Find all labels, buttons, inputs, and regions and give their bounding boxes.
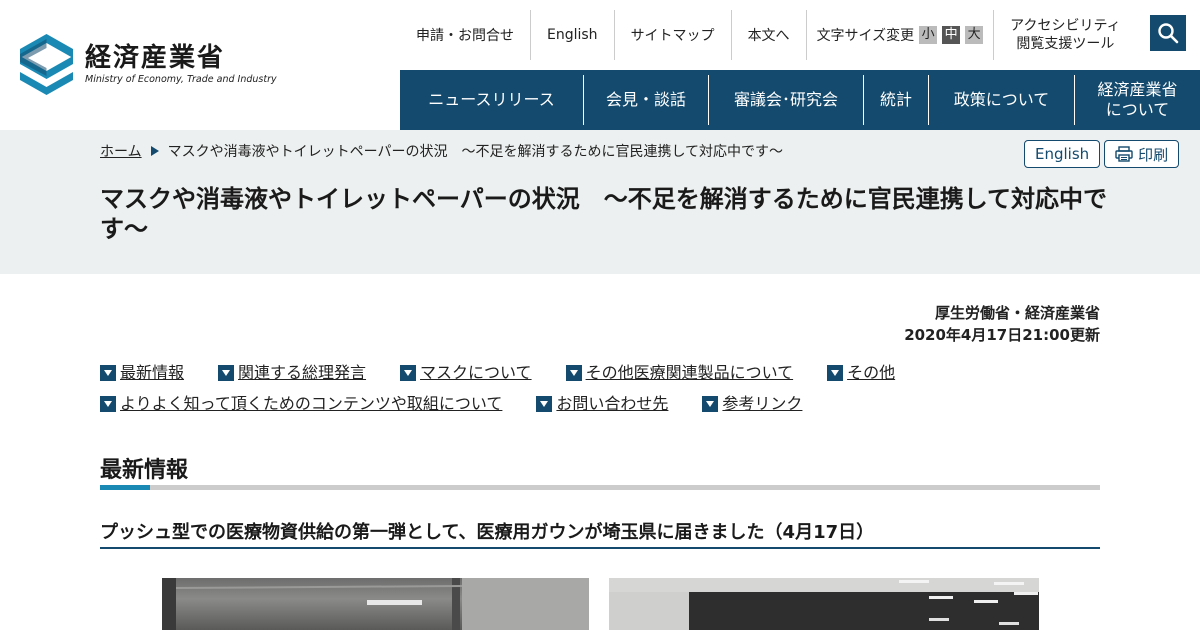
photo-gown-delivery-1 bbox=[162, 578, 589, 630]
font-large-button[interactable]: 大 bbox=[965, 26, 984, 44]
printer-icon bbox=[1115, 146, 1133, 162]
meti-logo[interactable]: 経済産業省 Ministry of Economy, Trade and Ind… bbox=[20, 34, 277, 95]
photo-gown-delivery-2 bbox=[609, 578, 1039, 630]
search-button[interactable] bbox=[1150, 15, 1186, 51]
contact-link[interactable]: 申請・お問合せ bbox=[400, 10, 530, 60]
print-button[interactable]: 印刷 bbox=[1104, 140, 1180, 168]
page-tools: English 印刷 bbox=[1024, 140, 1183, 168]
subsection-title: プッシュ型での医療物資供給の第一弾として、医療用ガウンが埼玉県に届きました（4月… bbox=[100, 522, 875, 543]
anchor-contents[interactable]: よりよく知って頂くためのコンテンツや取組について bbox=[100, 390, 502, 414]
down-arrow-icon bbox=[100, 364, 116, 381]
font-size-control: 文字サイズ変更 小 中 大 bbox=[805, 10, 994, 60]
anchor-latest[interactable]: 最新情報 bbox=[100, 359, 184, 383]
nav-about-meti[interactable]: 経済産業省 について bbox=[1074, 75, 1200, 125]
site-header: 経済産業省 Ministry of Economy, Trade and Ind… bbox=[0, 0, 1200, 130]
search-icon bbox=[1158, 23, 1179, 44]
accessibility-tool-link[interactable]: アクセシビリティ 閲覧支援ツール bbox=[993, 10, 1136, 60]
print-label: 印刷 bbox=[1138, 145, 1169, 164]
updated-date: 2020年4月17日21:00更新 bbox=[904, 326, 1100, 344]
breadcrumb-home-link[interactable]: ホーム bbox=[100, 141, 142, 161]
english-link[interactable]: English bbox=[530, 10, 614, 60]
breadcrumb-current: マスクや消毒液やトイレットペーパーの状況 ～不足を解消するために官民連携して対応… bbox=[167, 144, 784, 160]
nav-statistics[interactable]: 統計 bbox=[863, 75, 928, 125]
a11y-line1: アクセシビリティ bbox=[1010, 18, 1121, 34]
logo-subtitle: Ministry of Economy, Trade and Industry bbox=[85, 74, 277, 85]
down-arrow-icon bbox=[100, 395, 116, 412]
nav-policy[interactable]: 政策について bbox=[928, 75, 1074, 125]
anchor-medical-products[interactable]: その他医療関連製品について bbox=[565, 359, 793, 383]
down-arrow-icon bbox=[702, 395, 719, 412]
section-rule-accent bbox=[100, 485, 150, 490]
photo-1-illustration bbox=[162, 578, 589, 630]
section-title: 最新情報 bbox=[100, 458, 189, 483]
anchor-contact[interactable]: お問い合わせ先 bbox=[536, 390, 668, 414]
skip-to-body-link[interactable]: 本文へ bbox=[730, 10, 806, 60]
english-page-button[interactable]: English bbox=[1024, 140, 1101, 168]
font-medium-button[interactable]: 中 bbox=[942, 26, 961, 44]
global-nav: ニュースリリース 会見・談話 審議会･研究会 統計 政策について 経済産業省 に… bbox=[400, 70, 1200, 130]
subsection-rule bbox=[100, 547, 1100, 549]
page-title: マスクや消毒液やトイレットペーパーの状況 ～不足を解消するために官民連携して対応… bbox=[100, 185, 1108, 243]
nav-about-line1: 経済産業省 bbox=[1097, 80, 1178, 99]
anchor-links: 最新情報 関連する総理発言 マスクについて その他医療関連製品について その他 … bbox=[100, 360, 1100, 422]
font-small-button[interactable]: 小 bbox=[919, 26, 938, 44]
nav-councils[interactable]: 審議会･研究会 bbox=[708, 75, 863, 125]
page-meta: 厚生労働省・経済産業省 2020年4月17日21:00更新 bbox=[904, 302, 1100, 346]
anchor-masks[interactable]: マスクについて bbox=[400, 359, 532, 383]
sitemap-link[interactable]: サイトマップ bbox=[613, 10, 731, 60]
down-arrow-icon bbox=[400, 364, 417, 381]
title-band: ホーム マスクや消毒液やトイレットペーパーの状況 ～不足を解消するために官民連携… bbox=[0, 130, 1200, 274]
anchor-row: よりよく知って頂くためのコンテンツや取組について お問い合わせ先 参考リンク bbox=[100, 391, 1100, 413]
meti-logo-mark-icon bbox=[20, 34, 73, 95]
breadcrumb: ホーム マスクや消毒液やトイレットペーパーの状況 ～不足を解消するために官民連携… bbox=[100, 141, 783, 161]
down-arrow-icon bbox=[565, 364, 582, 381]
anchor-pm-remarks[interactable]: 関連する総理発言 bbox=[218, 359, 366, 383]
nav-press-conference[interactable]: 会見・談話 bbox=[583, 75, 708, 125]
nav-news-release[interactable]: ニュースリリース bbox=[400, 75, 583, 125]
utility-nav: 申請・お問合せ English サイトマップ 本文へ 文字サイズ変更 小 中 大… bbox=[400, 10, 1137, 60]
anchor-other[interactable]: その他 bbox=[827, 359, 895, 383]
anchor-row: 最新情報 関連する総理発言 マスクについて その他医療関連製品について その他 bbox=[100, 360, 1100, 382]
nav-about-line2: について bbox=[1105, 100, 1170, 119]
breadcrumb-arrow-icon bbox=[150, 146, 159, 156]
logo-title: 経済産業省 bbox=[85, 43, 226, 73]
photo-2-illustration bbox=[609, 578, 1039, 630]
section-rule bbox=[100, 485, 1100, 490]
down-arrow-icon bbox=[536, 395, 553, 412]
authors: 厚生労働省・経済産業省 bbox=[934, 304, 1100, 322]
a11y-line2: 閲覧支援ツール bbox=[1016, 36, 1115, 52]
anchor-reference-links[interactable]: 参考リンク bbox=[702, 390, 802, 414]
down-arrow-icon bbox=[827, 364, 844, 381]
down-arrow-icon bbox=[218, 364, 235, 381]
font-size-label: 文字サイズ変更 bbox=[816, 28, 915, 44]
